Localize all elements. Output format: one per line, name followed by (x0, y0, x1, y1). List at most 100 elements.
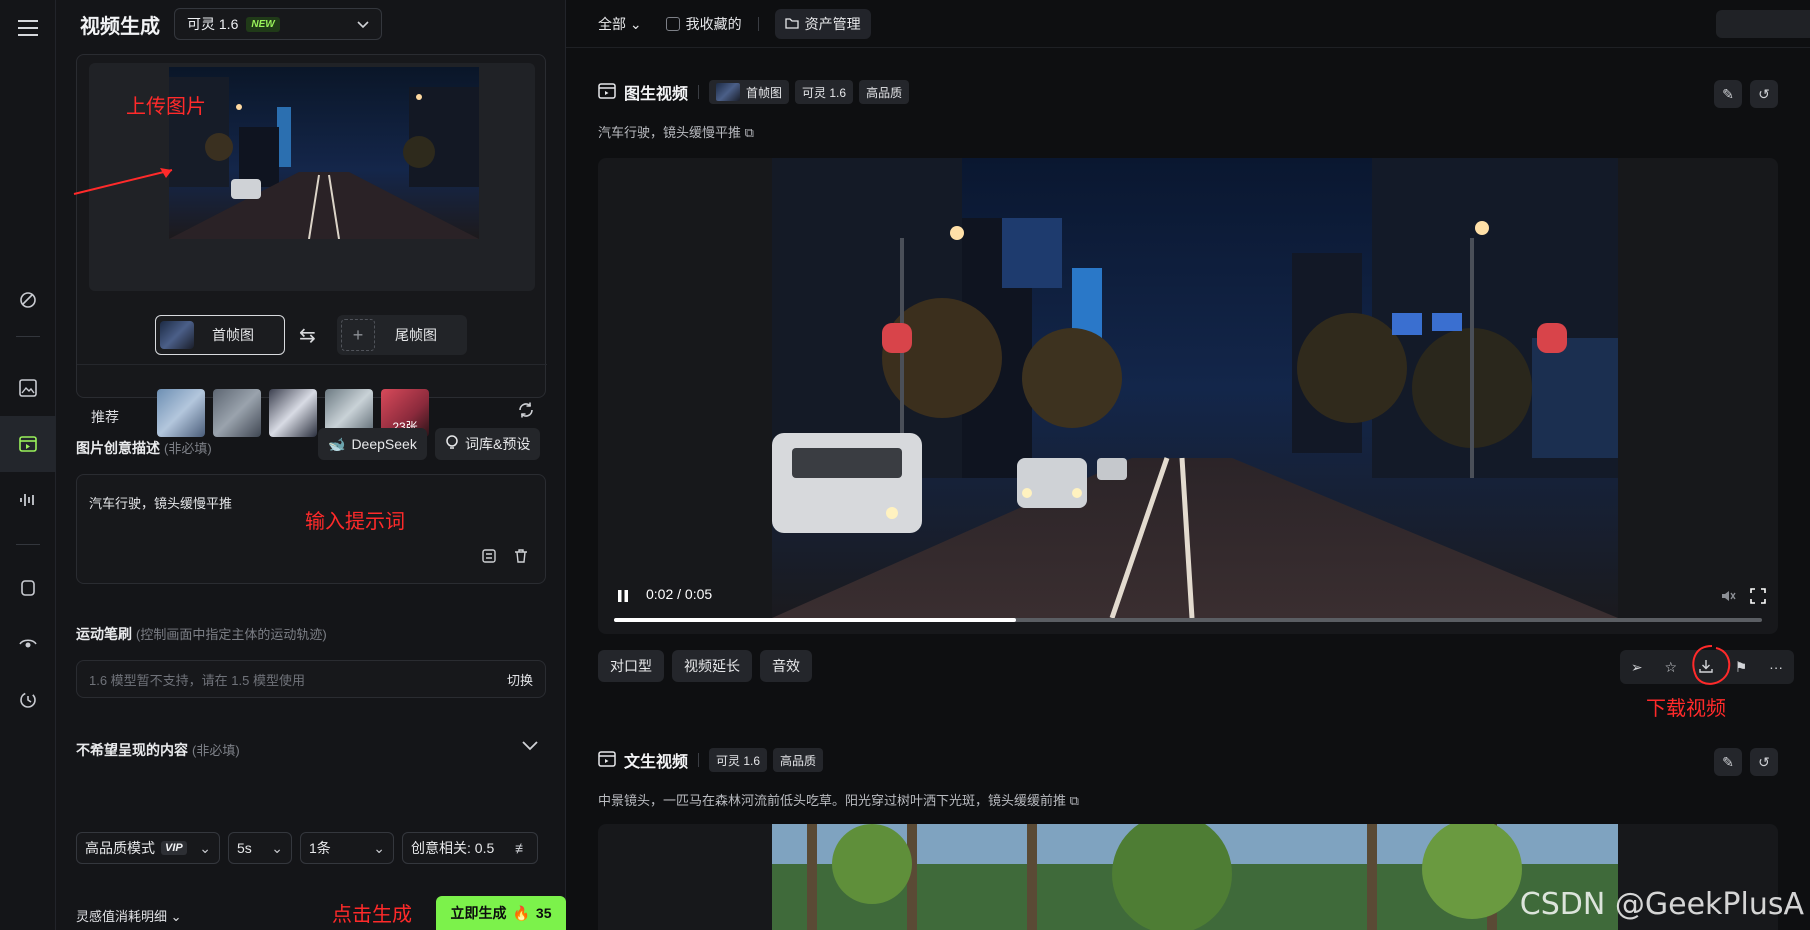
save-icon[interactable] (481, 548, 497, 567)
plus-icon: + (341, 319, 375, 351)
star-icon[interactable]: ☆ (1664, 659, 1677, 676)
count-select[interactable]: 1条 ⌄ (300, 832, 394, 864)
motion-hint: (控制画面中指定主体的运动轨迹) (136, 627, 327, 642)
regenerate-icon[interactable]: ↺ (1750, 80, 1778, 108)
video-icon[interactable] (0, 416, 56, 472)
tag-thumbnail (716, 83, 741, 101)
chevron-down-icon: ⌄ (199, 839, 211, 856)
panel-header: 视频生成 可灵 1.6 NEW (56, 0, 566, 48)
card2-header-actions: ✎ ↺ (1714, 748, 1778, 776)
first-frame-thumbnail (160, 321, 194, 349)
generate-label: 立即生成 (450, 905, 507, 921)
mute-icon[interactable] (1720, 588, 1736, 607)
new-badge: NEW (246, 16, 280, 32)
edit-icon[interactable]: ✎ (1714, 80, 1742, 108)
vip-badge: VIP (161, 841, 187, 855)
negative-section-label[interactable]: 不希望呈现的内容 (非必填) (76, 740, 240, 760)
prompt-textarea[interactable]: 汽车行驶，镜头缓慢平推 输入提示词 (76, 474, 546, 584)
lip-sync-button[interactable]: 对口型 (598, 650, 664, 682)
effects-icon[interactable] (0, 272, 56, 328)
generate-cost: 35 (535, 905, 552, 921)
copy-icon[interactable]: ⧉ (745, 125, 754, 140)
assets-label: 资产管理 (804, 15, 861, 32)
model-select[interactable]: 可灵 1.6 NEW (174, 8, 382, 40)
results-toolbar: 全部 ⌄ 我收藏的 资产管理 (566, 0, 1810, 48)
audio-icon[interactable] (0, 472, 56, 528)
creativity-value: 创意相关: 0.5 (411, 840, 495, 856)
duration-select[interactable]: 5s ⌄ (228, 832, 292, 864)
card1-header: 图生视频 首帧图 可灵 1.6 高品质 (598, 80, 910, 104)
card1-tag-first-frame: 首帧图 (709, 80, 790, 104)
prompt-annotation: 输入提示词 (305, 511, 405, 533)
video-icon (598, 750, 616, 771)
eye-icon[interactable] (0, 616, 56, 672)
edit-icon[interactable]: ✎ (1714, 748, 1742, 776)
pause-icon[interactable] (616, 588, 630, 607)
card1-description-text: 汽车行驶，镜头缓慢平推 (598, 125, 742, 140)
generation-panel: 视频生成 可灵 1.6 NEW 首帧图 ⇆ + 尾帧图 推荐 23张 上传图片 … (56, 0, 566, 930)
deepseek-label: DeepSeek (351, 436, 417, 452)
send-icon[interactable]: ➢ (1631, 659, 1643, 676)
mode-select[interactable]: 高品质模式 VIP ⌄ (76, 832, 220, 864)
recommend-thumb[interactable] (213, 389, 261, 437)
regenerate-icon[interactable]: ↺ (1750, 748, 1778, 776)
history-icon[interactable] (0, 672, 56, 728)
favorites-checkbox[interactable] (665, 16, 680, 31)
prompt-optional: (非必填) (164, 441, 212, 456)
card1-tag-model: 可灵 1.6 (795, 80, 854, 104)
count-value: 1条 (309, 840, 331, 856)
video-frame (772, 158, 1618, 618)
menu-icon[interactable] (0, 0, 56, 56)
recommend-thumb[interactable] (269, 389, 317, 437)
fullscreen-icon[interactable] (1750, 588, 1766, 607)
sound-effect-button[interactable]: 音效 (760, 650, 812, 682)
refresh-icon[interactable] (517, 401, 535, 422)
card2-tag-quality: 高品质 (773, 748, 824, 772)
video-player[interactable]: 0:02 / 0:05 (598, 158, 1778, 634)
library-button[interactable]: 词库&预设 (435, 428, 541, 460)
duration-value: 5s (237, 840, 252, 856)
user-avatar[interactable] (1716, 10, 1810, 38)
card2-header: 文生视频 可灵 1.6 高品质 (598, 748, 824, 772)
flag-icon[interactable]: ⚑ (1735, 659, 1748, 676)
mode-label: 高品质模式 (85, 840, 155, 856)
prompt-section-title: 图片创意描述 (76, 440, 160, 456)
options-row: 高品质模式 VIP ⌄ 5s ⌄ 1条 ⌄ 创意相关: 0.5 ≢ (76, 832, 538, 864)
chevron-down-icon[interactable] (522, 738, 538, 754)
generate-button[interactable]: 立即生成 🔥 35 (436, 896, 566, 930)
filter-all-dropdown[interactable]: 全部 ⌄ (598, 14, 642, 34)
recommend-thumb[interactable] (157, 389, 205, 437)
card1-actions: 对口型 视频延长 音效 (598, 650, 812, 682)
swap-icon[interactable]: ⇆ (299, 323, 316, 348)
card1-description: 汽车行驶，镜头缓慢平推 ⧉ (598, 122, 754, 141)
video-controls: 0:02 / 0:05 (598, 576, 1778, 634)
chevron-down-icon (357, 16, 369, 32)
creativity-control[interactable]: 创意相关: 0.5 ≢ (402, 832, 538, 864)
deepseek-button[interactable]: 🐋 DeepSeek (318, 428, 427, 460)
extend-video-button[interactable]: 视频延长 (672, 650, 752, 682)
first-frame-button[interactable]: 首帧图 (155, 315, 285, 355)
generate-annotation: 点击生成 (332, 904, 412, 926)
assets-button[interactable]: 资产管理 (774, 8, 871, 39)
cost-detail-toggle[interactable]: 灵感值消耗明细 ⌄ (76, 906, 182, 925)
video-time: 0:02 / 0:05 (646, 586, 713, 602)
watermark: CSDN @GeekPlusA (1519, 887, 1804, 922)
image-icon[interactable] (0, 360, 56, 416)
copy-icon[interactable]: ⧉ (1070, 793, 1079, 808)
page-title: 视频生成 (80, 15, 160, 38)
chevron-down-icon: ⌄ (373, 839, 385, 856)
card2-title: 文生视频 (624, 754, 689, 771)
library-label: 词库&预设 (465, 436, 531, 452)
assets-icon[interactable] (0, 560, 56, 616)
trash-icon[interactable] (513, 548, 529, 567)
more-icon[interactable]: ··· (1769, 659, 1783, 675)
last-frame-button[interactable]: + 尾帧图 (337, 315, 467, 355)
prompt-section-label: 图片创意描述 (非必填) (76, 438, 212, 458)
motion-brush-field[interactable]: 1.6 模型暂不支持，请在 1.5 模型使用 切换 (76, 660, 546, 698)
upload-annotation: 上传图片 (126, 96, 206, 118)
progress-track[interactable] (614, 618, 1762, 622)
tag-label: 首帧图 (746, 85, 783, 100)
video-icon (598, 82, 616, 103)
negative-optional: (非必填) (192, 743, 240, 758)
motion-switch-button[interactable]: 切换 (507, 670, 533, 689)
